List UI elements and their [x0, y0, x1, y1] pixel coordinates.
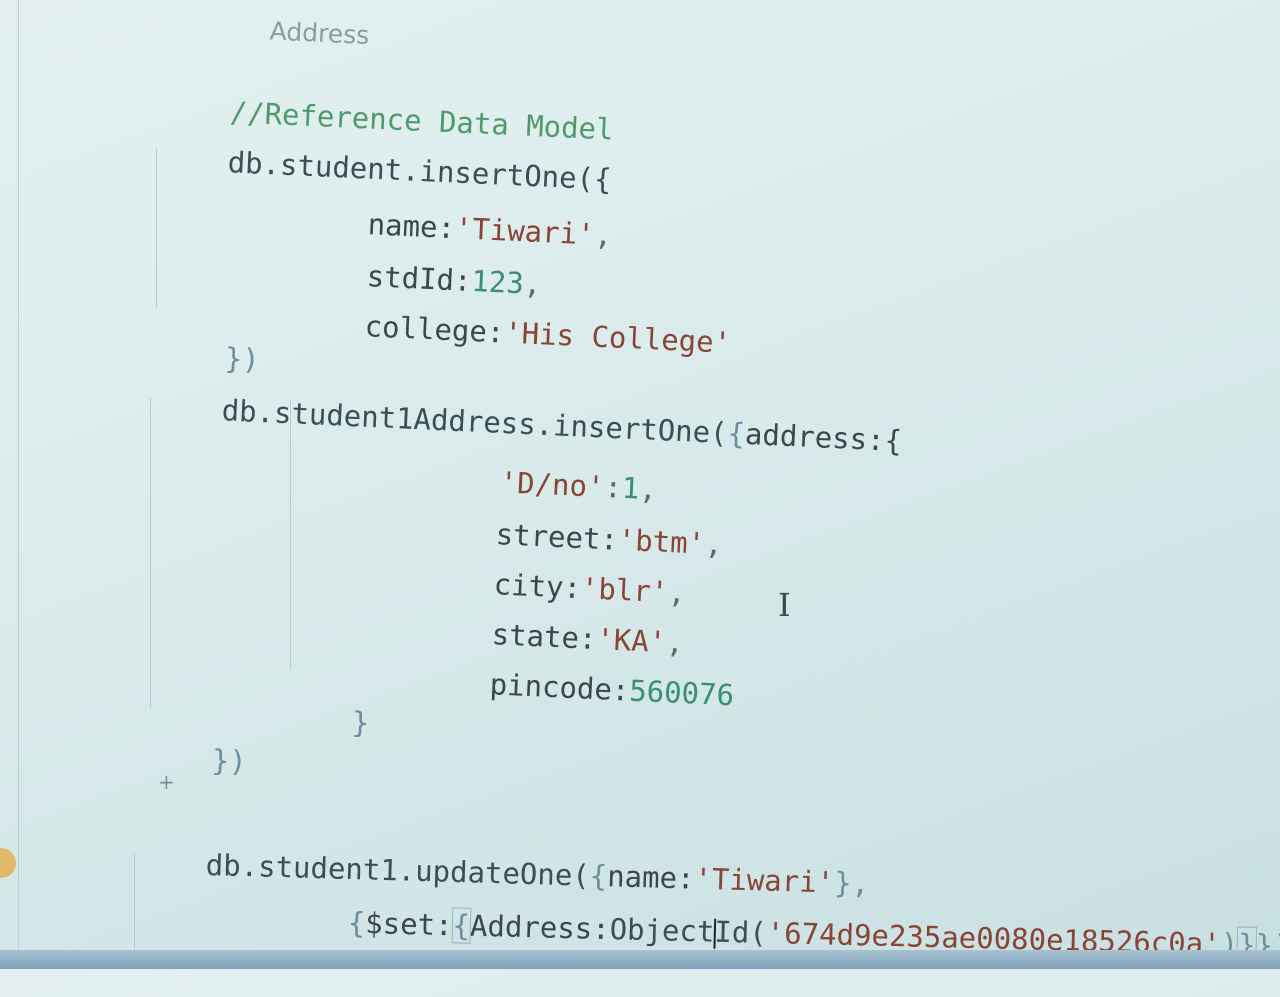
code-line-pincode: pincode:560076 — [418, 630, 737, 746]
set-object-open-brace: { — [451, 907, 472, 944]
taskbar — [0, 950, 1280, 969]
pincode-key: pincode: — [489, 667, 631, 708]
street-comma: , — [704, 526, 724, 562]
i-beam-cursor-icon: I — [778, 586, 791, 624]
code-line-inner-close: } — [280, 668, 372, 774]
objectid-part-a: Object — [609, 912, 715, 949]
code-line-set: {$set:{Address:ObjectId('674d9e235ae0080… — [277, 870, 1280, 997]
indent-guide-2 — [150, 398, 151, 708]
inner-close-brace: } — [351, 705, 370, 740]
code-line-insert2-close: }) — [140, 706, 249, 813]
pincode-value: 560076 — [628, 673, 735, 713]
insert2-close: }) — [211, 743, 248, 779]
insert2-address-key: address:{ — [744, 416, 903, 459]
set-key: $set: — [364, 906, 453, 943]
insert2-open-brace: { — [726, 416, 746, 451]
lightbulb-icon[interactable] — [0, 848, 16, 878]
set-open-brace: { — [347, 905, 366, 941]
college-value: 'His College' — [503, 315, 732, 360]
objectid-part-b: Id( — [714, 914, 768, 950]
name-comma: , — [593, 217, 613, 253]
code-editor[interactable]: Address //Reference Data Model db.studen… — [0, 0, 1280, 963]
partial-text: Address — [269, 16, 370, 50]
plus-icon: + — [158, 770, 175, 794]
college-key: college: — [364, 309, 506, 350]
editor-gutter-border — [18, 0, 19, 950]
indent-guide-3 — [290, 400, 291, 670]
indent-guide-4 — [134, 854, 135, 950]
address-key: Address: — [469, 908, 611, 947]
indent-guide-1 — [156, 148, 157, 308]
